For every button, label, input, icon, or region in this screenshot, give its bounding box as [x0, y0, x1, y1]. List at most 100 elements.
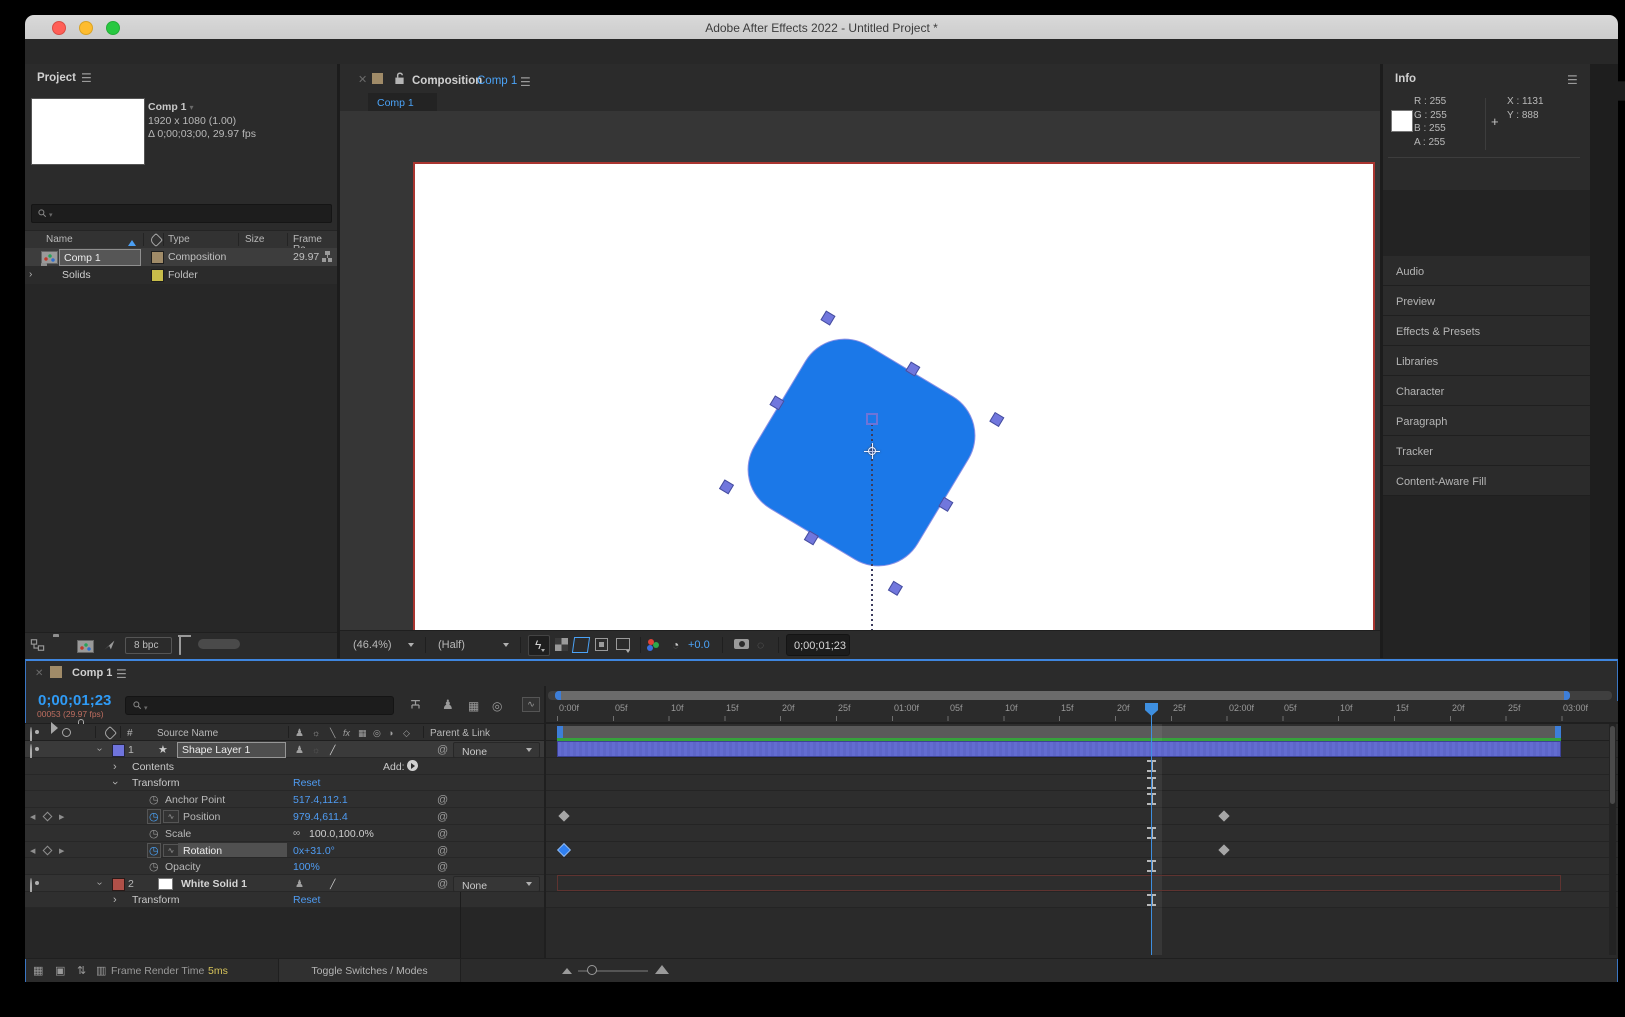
time-navigator-end-handle[interactable] — [1564, 691, 1570, 700]
composition-tab[interactable]: Comp 1 — [368, 93, 437, 111]
zoom-out-mountain-icon[interactable] — [562, 968, 572, 974]
sidebar-panel-effects-presets[interactable]: Effects & Presets — [1383, 316, 1590, 346]
parent-link-column[interactable]: Parent & Link — [430, 729, 490, 739]
layer-color-swatch[interactable] — [112, 878, 125, 891]
timeline-vertical-scrollbar[interactable] — [1609, 724, 1616, 955]
column-type[interactable]: Type — [168, 235, 190, 245]
zoom-in-mountain-icon[interactable] — [655, 965, 669, 974]
contents-expand-chevron[interactable]: › — [113, 761, 117, 773]
property-value[interactable]: 517.4,112.1 — [293, 795, 348, 806]
sidebar-panel-libraries[interactable]: Libraries — [1383, 346, 1590, 376]
composition-viewport[interactable] — [340, 111, 1380, 630]
stopwatch-icon-active[interactable]: ◷ — [147, 843, 161, 858]
composition-panel-active-comp[interactable]: Comp 1 — [477, 75, 517, 87]
property-pick-whip-icon[interactable]: @ — [437, 828, 448, 840]
layer-expand-chevron[interactable]: › — [94, 882, 105, 885]
property-value[interactable]: 100.0,100.0% — [309, 829, 374, 840]
transform-reset-button[interactable]: Reset — [293, 778, 320, 789]
mask-visibility-icon[interactable] — [572, 637, 590, 653]
project-horizontal-scrollbar[interactable] — [198, 639, 240, 649]
project-row-solids[interactable]: › Solids Folder — [25, 266, 337, 284]
stopwatch-icon[interactable]: ◷ — [149, 793, 159, 806]
layer-bar-shape-layer-1[interactable] — [557, 741, 1561, 757]
time-navigator-start-handle[interactable] — [555, 691, 561, 700]
property-row-anchor-point[interactable]: ◷ Anchor Point 517.4,112.1 @ — [25, 791, 545, 808]
preview-time-display[interactable]: 0;00;01;23 — [786, 634, 850, 656]
motion-blur-icon[interactable]: ◎ — [492, 699, 502, 713]
property-value[interactable]: 100% — [293, 862, 320, 873]
project-flowchart-icon[interactable] — [30, 638, 45, 652]
project-row-name[interactable]: Solids — [62, 270, 91, 281]
property-pick-whip-icon[interactable]: @ — [437, 794, 448, 806]
property-row-position[interactable]: ◀ ▶ ◷ ∿ Position 979.4,611.4 @ — [25, 808, 545, 825]
motion-path-keyframe-marker[interactable] — [866, 413, 878, 425]
previous-keyframe-arrow[interactable]: ◀ — [30, 813, 35, 821]
property-pick-whip-icon[interactable]: @ — [437, 861, 448, 873]
layer-name-box[interactable]: Shape Layer 1 — [177, 742, 286, 758]
snapshot-camera-icon[interactable] — [734, 639, 749, 649]
transform-expand-chevron[interactable]: › — [109, 781, 121, 785]
titlebar[interactable]: Adobe After Effects 2022 - Untitled Proj… — [25, 15, 1618, 40]
transform-expand-chevron[interactable]: › — [113, 894, 117, 906]
comp-mini-flowchart-icon[interactable] — [408, 698, 423, 712]
time-navigator-track[interactable] — [548, 691, 1612, 700]
layer-row-shape-layer-1[interactable]: › 1 ★ Shape Layer 1 ♟ ☼ ╱ @ None — [25, 741, 545, 758]
parent-link-dropdown[interactable]: None — [453, 742, 540, 758]
quality-switch[interactable]: ╱ — [330, 879, 335, 890]
sidebar-panel-character[interactable]: Character — [1383, 376, 1590, 406]
interpret-footage-icon[interactable] — [103, 638, 117, 652]
project-comp-name[interactable]: Comp 1 ▾ — [148, 102, 193, 113]
project-bit-depth-button[interactable]: 8 bpc — [125, 637, 172, 654]
expand-in-out-panes-icon[interactable]: ▦ — [33, 964, 43, 977]
shy-layers-icon[interactable]: ♟ — [442, 697, 454, 713]
magnification-dropdown[interactable]: (46.4%) — [353, 640, 392, 651]
parent-link-dropdown[interactable]: None — [453, 876, 540, 892]
timeline-zoom-slider-handle[interactable] — [587, 965, 597, 975]
next-keyframe-arrow[interactable]: ▶ — [59, 813, 64, 821]
frame-blending-icon[interactable]: ▦ — [468, 699, 479, 713]
collapse-switch[interactable]: ☼ — [312, 745, 320, 755]
unlock-icon[interactable] — [394, 72, 405, 85]
label-color-swatch[interactable] — [151, 269, 164, 282]
sidebar-panel-tracker[interactable]: Tracker — [1383, 436, 1590, 466]
layer-name[interactable]: White Solid 1 — [181, 879, 247, 890]
expand-transfer-controls-icon[interactable]: ⇅ — [77, 964, 86, 977]
project-search-box[interactable]: ▾ — [31, 204, 332, 223]
region-of-interest-icon[interactable] — [595, 638, 608, 651]
current-time-indicator-line[interactable] — [1151, 712, 1152, 955]
property-label[interactable]: Rotation — [183, 846, 222, 857]
column-size[interactable]: Size — [245, 235, 264, 245]
parent-pick-whip-icon[interactable]: @ — [437, 744, 448, 756]
work-area-start-handle[interactable] — [557, 726, 563, 738]
shy-switch[interactable]: ♟ — [295, 879, 304, 890]
sidebar-panel-preview[interactable]: Preview — [1383, 286, 1590, 316]
channel-rgb-icon[interactable] — [648, 639, 654, 645]
timeline-search-box[interactable]: ▾ — [125, 696, 394, 715]
property-label[interactable]: Anchor Point — [165, 795, 225, 806]
link-dimensions-icon[interactable]: ∞ — [293, 828, 300, 839]
expand-switches-pane-icon[interactable]: ▣ — [55, 964, 65, 977]
property-group-transform[interactable]: › Transform Reset — [25, 775, 545, 791]
add-keyframe-diamond[interactable] — [43, 812, 53, 822]
layer-expand-chevron[interactable]: › — [94, 748, 105, 751]
show-snapshot-icon[interactable]: ◌ — [757, 638, 764, 652]
composition-panel-menu-icon[interactable]: ☰ — [520, 75, 532, 89]
sort-ascending-icon[interactable] — [128, 236, 136, 246]
resolution-dropdown[interactable]: (Half) — [438, 640, 465, 651]
stopwatch-icon[interactable]: ◷ — [149, 860, 159, 873]
exposure-reset-icon[interactable]: ◔ — [672, 638, 679, 652]
property-row-scale[interactable]: ◷ Scale ∞ 100.0,100.0% @ — [25, 825, 545, 842]
parent-pick-whip-icon[interactable]: @ — [437, 878, 448, 890]
layer-bar-white-solid-1[interactable] — [557, 875, 1561, 891]
expand-stretch-pane-icon[interactable]: ▥ — [96, 964, 106, 977]
transparency-grid-icon[interactable] — [555, 638, 568, 651]
shy-switch[interactable]: ♟ — [295, 745, 304, 756]
toggle-switches-modes-button[interactable]: Toggle Switches / Modes — [279, 959, 460, 982]
property-row-opacity[interactable]: ◷ Opacity 100% @ — [25, 858, 545, 875]
exposure-value[interactable]: +0.0 — [688, 640, 710, 651]
next-keyframe-arrow[interactable]: ▶ — [59, 847, 64, 855]
column-name[interactable]: Name — [46, 235, 73, 245]
fast-previews-button[interactable]: ϟ — [528, 635, 550, 656]
timeline-tab-close-icon[interactable]: ✕ — [35, 668, 43, 679]
sidebar-panel-audio[interactable]: Audio — [1383, 256, 1590, 286]
